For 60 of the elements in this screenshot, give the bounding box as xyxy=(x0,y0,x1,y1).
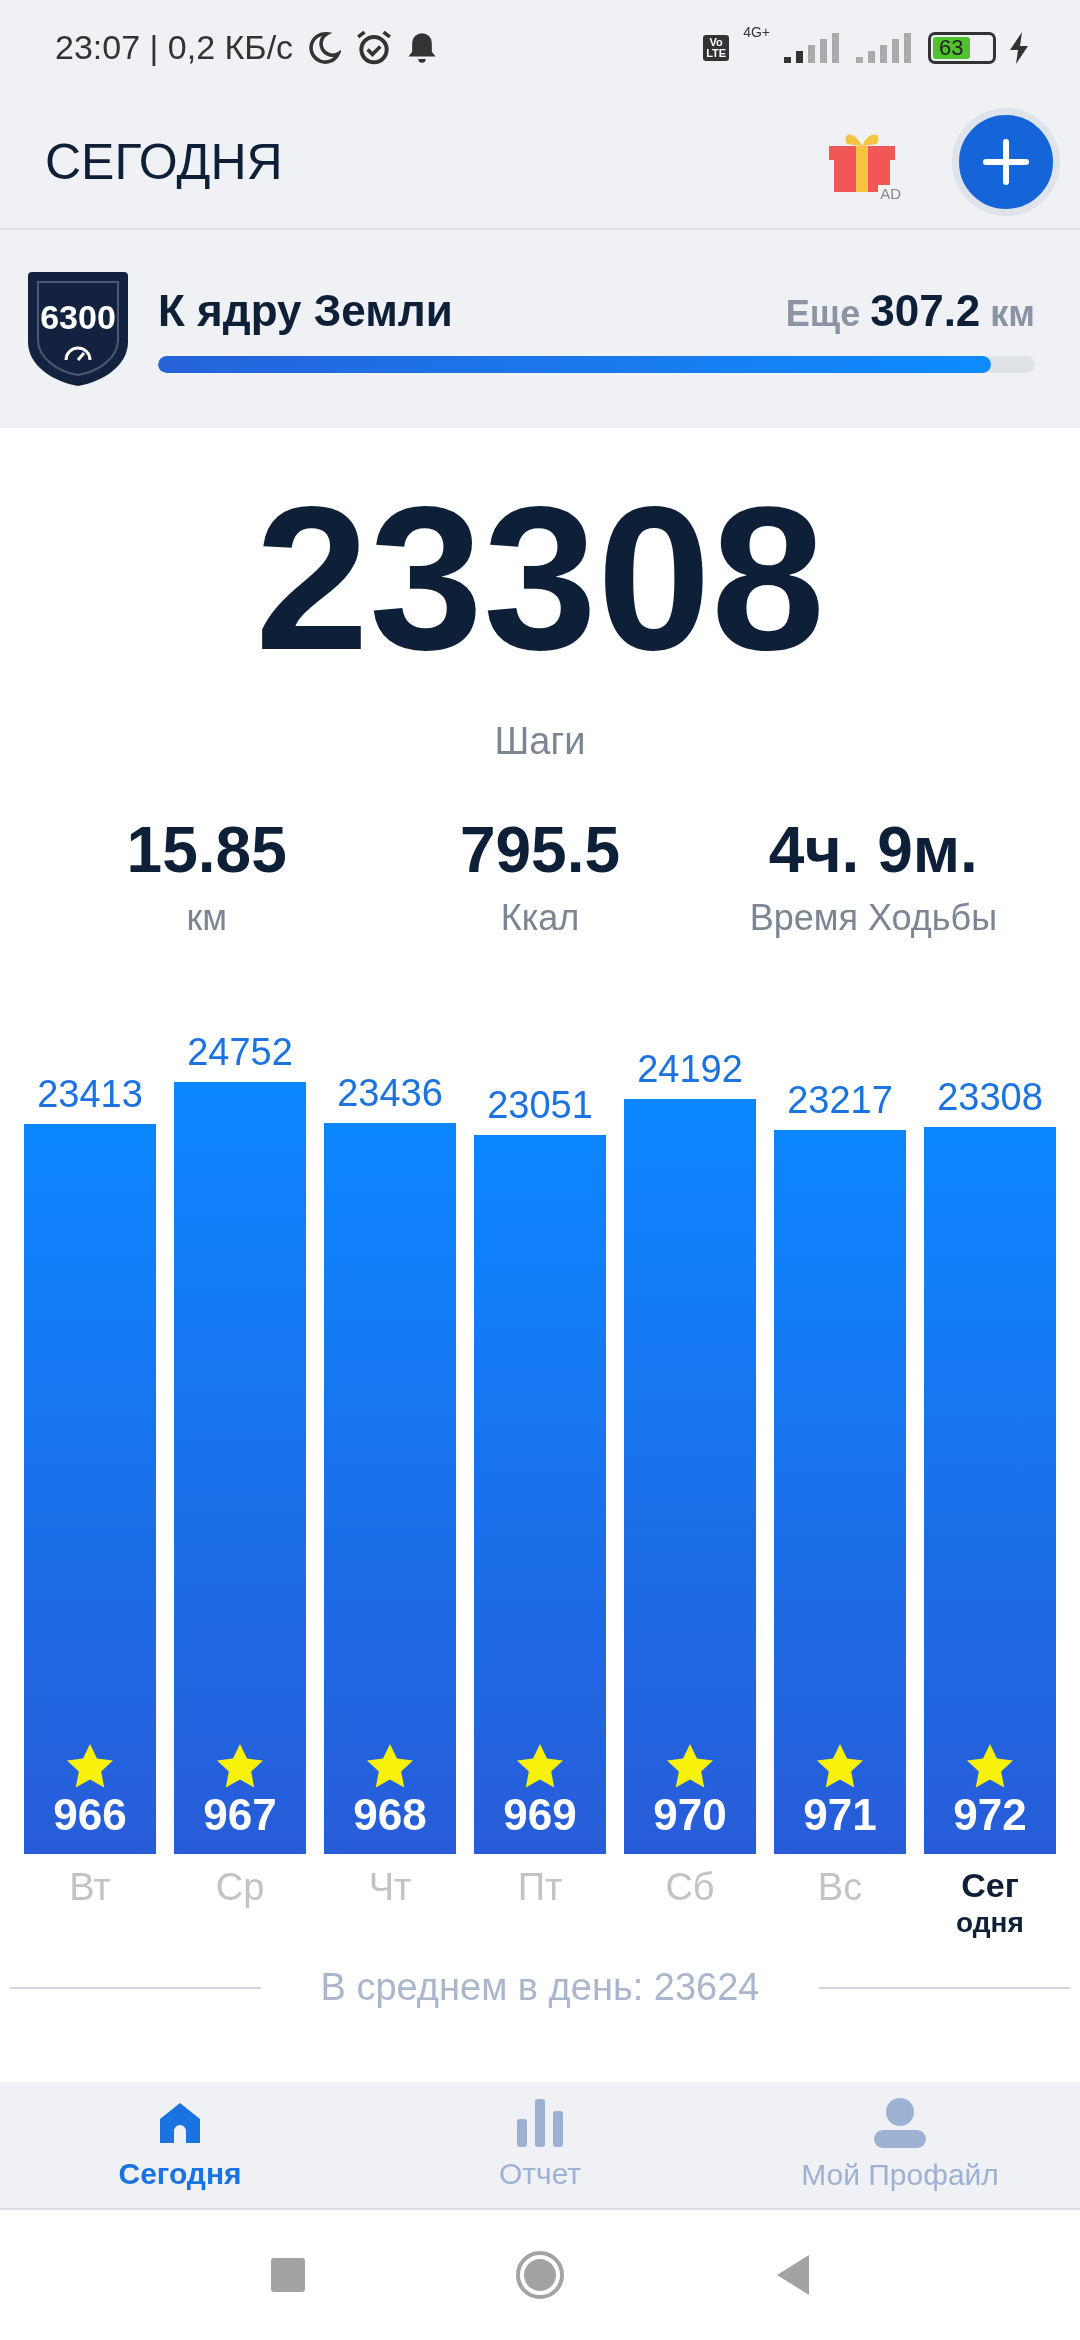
bar-chart-icon xyxy=(517,2099,563,2147)
day-label: Чт xyxy=(368,1866,412,1909)
signal-icon xyxy=(856,32,914,63)
stat-label: км xyxy=(186,897,227,939)
goal-badge: 6300 xyxy=(26,270,130,388)
bar-value: 23051 xyxy=(487,1083,593,1127)
day-label: Вт xyxy=(69,1866,111,1909)
star-icon xyxy=(66,1744,114,1790)
bar-count: 967 xyxy=(203,1790,277,1840)
day-label: Сегодня xyxy=(955,1866,1025,1940)
stat-value: 4ч. 9м. xyxy=(768,813,978,887)
stat-label: Ккал xyxy=(500,897,580,939)
volte-badge: Vo LTE xyxy=(703,34,730,61)
day-label: Ср xyxy=(215,1866,265,1909)
day-label: Пт xyxy=(517,1866,563,1909)
moon-icon xyxy=(307,30,342,65)
bell-icon xyxy=(407,31,438,64)
bar-value: 24192 xyxy=(637,1048,743,1092)
nav-tab[interactable]: Сегодня xyxy=(0,2082,360,2208)
stat-label: Время Ходьбы xyxy=(749,897,998,939)
ad-label: AD xyxy=(878,184,903,202)
step-label: Шаги xyxy=(494,720,586,763)
stat-value: 795.5 xyxy=(459,813,621,887)
day-label: Сб xyxy=(665,1866,715,1909)
signal-icon xyxy=(784,32,842,63)
bar-value: 23308 xyxy=(937,1075,1043,1119)
person-icon xyxy=(874,2098,926,2148)
bar-count: 972 xyxy=(953,1790,1027,1840)
daily-average: В среднем в день: 23624 xyxy=(320,1966,760,2009)
back-button[interactable] xyxy=(775,2255,809,2295)
star-icon xyxy=(366,1744,414,1790)
page-title: СЕГОДНЯ xyxy=(45,132,284,191)
plus-icon xyxy=(983,138,1029,185)
status-text: 23:07 | 0,2 КБ/с xyxy=(55,28,294,67)
step-count: 23308 xyxy=(254,462,826,694)
charging-icon xyxy=(1010,31,1030,64)
bar-value: 24752 xyxy=(187,1030,293,1074)
star-icon xyxy=(966,1744,1014,1790)
bar-value: 23217 xyxy=(787,1078,893,1122)
nav-tab[interactable]: Отчет xyxy=(360,2082,720,2208)
bar-count: 970 xyxy=(653,1790,727,1840)
bar-value: 23413 xyxy=(37,1072,143,1116)
remaining-distance: Еще 307.2 км xyxy=(785,285,1035,336)
bar-count: 969 xyxy=(503,1790,577,1840)
nav-tab[interactable]: Мой Профайл xyxy=(720,2082,1080,2208)
star-icon xyxy=(516,1744,564,1790)
bar-count: 966 xyxy=(53,1790,127,1840)
day-label: Вс xyxy=(817,1866,863,1909)
battery-icon: 63 xyxy=(928,31,996,64)
home-button[interactable] xyxy=(515,2250,565,2300)
star-icon xyxy=(216,1744,264,1790)
alarm-icon xyxy=(355,28,394,67)
goal-title: К ядру Земли xyxy=(158,285,454,336)
network-type: 4G+ xyxy=(743,24,770,40)
bar-count: 971 xyxy=(803,1790,877,1840)
star-icon xyxy=(666,1744,714,1790)
bar-count: 968 xyxy=(353,1790,427,1840)
stat-value: 15.85 xyxy=(126,813,287,887)
star-icon xyxy=(816,1744,864,1790)
bar-value: 23436 xyxy=(337,1071,443,1115)
